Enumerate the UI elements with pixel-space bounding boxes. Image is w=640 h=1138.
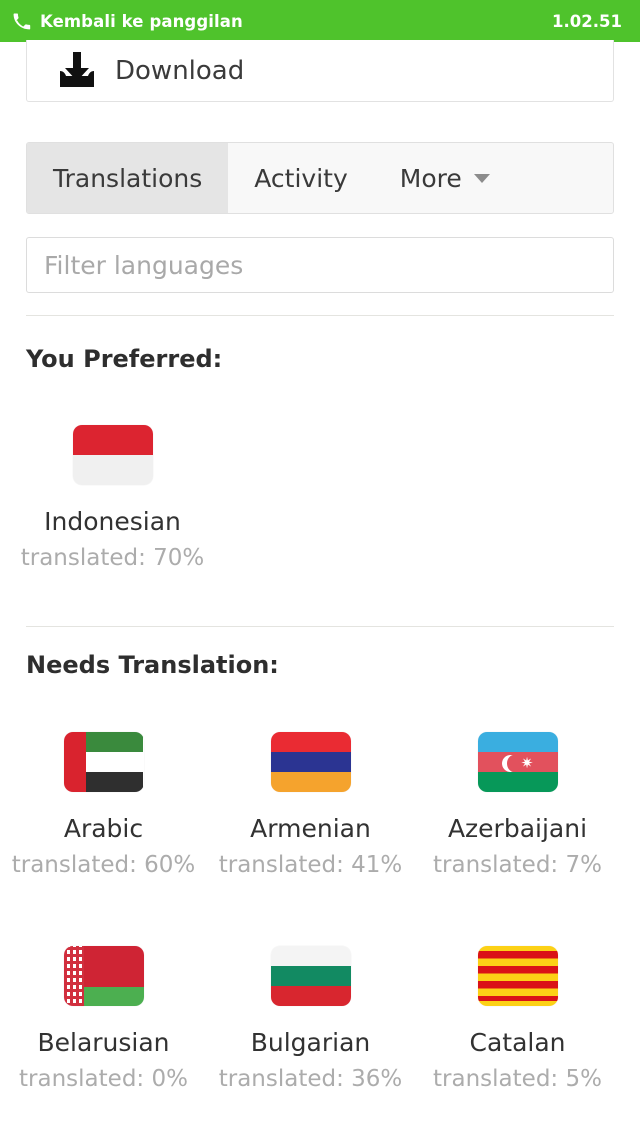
tab-more-label: More bbox=[399, 163, 462, 193]
flag-bulgaria-icon bbox=[270, 946, 351, 1006]
section-title-preferred: You Preferred: bbox=[26, 345, 223, 373]
language-name: Belarusian bbox=[37, 1028, 170, 1057]
flag-catalonia-icon bbox=[477, 946, 558, 1006]
language-name: Arabic bbox=[63, 814, 144, 843]
divider-top bbox=[26, 315, 614, 316]
language-item-indonesian[interactable]: Indonesian translated: 70% bbox=[9, 425, 216, 571]
flag-armenia-icon bbox=[270, 732, 351, 792]
flag-belarus-icon bbox=[63, 946, 144, 1006]
tab-activity-label: Activity bbox=[254, 163, 348, 193]
filter-languages-field[interactable] bbox=[26, 237, 614, 293]
section-title-needs-translation: Needs Translation: bbox=[26, 651, 279, 679]
language-progress: translated: 0% bbox=[19, 1066, 188, 1092]
chevron-down-icon bbox=[473, 173, 490, 183]
tab-more[interactable]: More bbox=[374, 143, 516, 213]
language-item-arabic[interactable]: Arabic translated: 60% bbox=[0, 732, 207, 878]
download-label: Download bbox=[115, 55, 245, 86]
divider-middle bbox=[26, 626, 614, 627]
call-status-bar[interactable]: Kembali ke panggilan 1.02.51 bbox=[0, 0, 640, 42]
call-status-bar-left[interactable]: Kembali ke panggilan bbox=[12, 12, 552, 31]
language-item-catalan[interactable]: Catalan translated: 5% bbox=[414, 946, 621, 1092]
flag-indonesia-icon bbox=[72, 425, 153, 485]
call-status-label: Kembali ke panggilan bbox=[40, 11, 243, 31]
tab-activity[interactable]: Activity bbox=[228, 143, 374, 213]
language-name: Catalan bbox=[469, 1028, 566, 1057]
language-item-armenian[interactable]: Armenian translated: 41% bbox=[207, 732, 414, 878]
language-item-belarusian[interactable]: Belarusian translated: 0% bbox=[0, 946, 207, 1092]
language-progress: translated: 70% bbox=[20, 545, 205, 571]
language-progress: translated: 41% bbox=[218, 852, 403, 878]
tab-translations[interactable]: Translations bbox=[27, 143, 229, 213]
language-item-azerbaijani[interactable]: ✷ Azerbaijani translated: 7% bbox=[414, 732, 621, 878]
language-progress: translated: 7% bbox=[433, 852, 602, 878]
language-item-bulgarian[interactable]: Bulgarian translated: 36% bbox=[207, 946, 414, 1092]
preferred-language-grid: Indonesian translated: 70% bbox=[0, 425, 640, 571]
language-progress: translated: 5% bbox=[433, 1066, 602, 1092]
language-name: Indonesian bbox=[44, 507, 181, 536]
call-duration-timer: 1.02.51 bbox=[552, 11, 622, 31]
needs-translation-grid-row-1: Arabic translated: 60% Armenian translat… bbox=[0, 732, 640, 878]
tab-bar: Translations Activity More bbox=[26, 142, 614, 214]
phone-icon bbox=[13, 13, 31, 29]
language-name: Armenian bbox=[250, 814, 371, 843]
needs-translation-grid-row-2: Belarusian translated: 0% Bulgarian tran… bbox=[0, 946, 640, 1092]
language-progress: translated: 60% bbox=[11, 852, 196, 878]
filter-languages-input[interactable] bbox=[44, 250, 613, 280]
language-name: Bulgarian bbox=[250, 1028, 371, 1057]
download-card[interactable]: Download bbox=[26, 40, 614, 102]
flag-azerbaijan-icon: ✷ bbox=[477, 732, 558, 792]
language-name: Azerbaijani bbox=[447, 814, 588, 843]
tab-translations-label: Translations bbox=[53, 163, 203, 193]
flag-united-arab-emirates-icon bbox=[63, 732, 144, 792]
download-icon bbox=[60, 51, 94, 87]
language-progress: translated: 36% bbox=[218, 1066, 403, 1092]
